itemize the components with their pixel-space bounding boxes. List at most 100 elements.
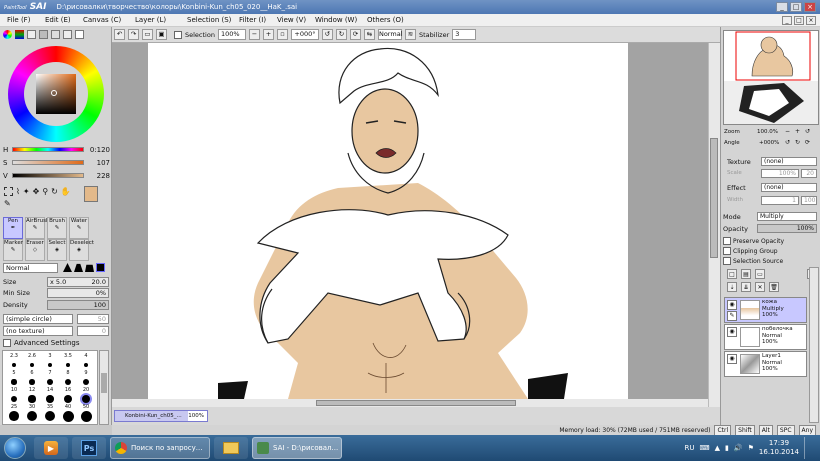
brush-size-preset[interactable] [11, 379, 17, 385]
width-field[interactable]: 1 [761, 196, 799, 205]
advanced-settings-checkbox[interactable] [3, 339, 11, 347]
view-mode-select[interactable]: Normal [377, 29, 403, 40]
minimize-button[interactable]: _ [776, 2, 788, 12]
palette-tab-icon[interactable] [39, 30, 48, 39]
effect-select[interactable]: (none) [761, 183, 817, 192]
flag-icon[interactable]: ⚑ [748, 444, 754, 452]
size-slider[interactable]: x 5.0 20.0 [47, 277, 109, 287]
edge-medium-icon[interactable] [74, 263, 83, 272]
mixer-tab-icon[interactable] [51, 30, 60, 39]
brush-size-preset[interactable] [12, 363, 16, 367]
menu-file[interactable]: File (F) [0, 16, 38, 24]
marquee-tool-icon[interactable] [4, 187, 13, 196]
brush-size-preset[interactable] [64, 395, 72, 403]
brush-size-preset[interactable] [47, 379, 53, 385]
color-wheel[interactable] [8, 46, 104, 142]
texture-select[interactable]: (none) [761, 157, 817, 166]
brush-size-preset[interactable] [28, 395, 36, 403]
zoom-select[interactable]: 100% [217, 29, 246, 40]
redo-button[interactable]: ↷ [128, 29, 139, 40]
density-slider[interactable]: 100 [47, 300, 109, 310]
menu-edit[interactable]: Edit (E) [38, 16, 76, 24]
tool-water[interactable]: Water ✎ [69, 217, 89, 239]
selection-source-checkbox[interactable] [723, 257, 731, 265]
scratchpad-tab-icon[interactable] [75, 30, 84, 39]
close-button[interactable]: × [804, 2, 816, 12]
move-tool-icon[interactable]: ✥ [33, 187, 40, 196]
deselect-button[interactable]: ▭ [142, 29, 153, 40]
transfer-down-button[interactable]: ⇣ [727, 282, 737, 292]
menu-canvas[interactable]: Canvas (C) [76, 16, 128, 24]
keyboard-icon[interactable]: ⌨ [700, 444, 710, 452]
brush-size-preset[interactable] [80, 410, 92, 422]
photoshop-icon[interactable]: Ps [72, 437, 106, 459]
mdi-restore-button[interactable]: □ [794, 15, 804, 25]
eye-icon[interactable]: ◉ [727, 300, 737, 310]
new-linework-layer-button[interactable]: ▤ [741, 269, 751, 279]
menu-window[interactable]: Window (W) [308, 16, 360, 24]
tool-deselect[interactable]: Deselect ◈ [69, 239, 94, 261]
hand-tool-icon[interactable]: ✋ [61, 187, 71, 196]
eyedropper-tool-icon[interactable]: ✎ [4, 199, 11, 208]
edge-soft-icon[interactable] [85, 264, 94, 272]
nav-rotate-left-button[interactable]: ↺ [785, 139, 790, 146]
canvas-horizontal-scroll-thumb[interactable] [316, 400, 516, 406]
tool-select[interactable]: Select ◈ [47, 239, 67, 261]
blend-mode-select[interactable]: Normal [3, 263, 58, 273]
edge-flat-icon[interactable] [96, 263, 105, 272]
zoom-fit-button[interactable]: ▫ [276, 29, 288, 40]
undo-button[interactable]: ↶ [114, 29, 125, 40]
tool-brush[interactable]: Brush ✎ [47, 217, 67, 239]
tray-expand-icon[interactable]: ▲ [715, 444, 720, 452]
navigator-preview[interactable] [723, 30, 819, 125]
new-folder-button[interactable]: ▭ [755, 269, 765, 279]
brush-size-preset[interactable] [10, 395, 18, 403]
h-slider[interactable] [12, 147, 84, 152]
brush-size-preset[interactable] [62, 410, 74, 422]
s-slider[interactable] [12, 160, 84, 165]
color-picker-cursor[interactable] [51, 90, 57, 96]
rgb-slider-tab-icon[interactable] [15, 30, 24, 39]
tool-airbrush[interactable]: AirBrush ✎ [25, 217, 49, 239]
merge-down-button[interactable]: ⇊ [741, 282, 751, 292]
nav-zoom-in-button[interactable]: + [795, 128, 800, 135]
brush-size-preset[interactable] [9, 411, 19, 421]
brush-texture-value[interactable]: 0 [77, 326, 109, 336]
document-tab[interactable]: Konbini-Kun_ch05_... 100% [114, 410, 208, 422]
brush-size-preset[interactable] [47, 362, 53, 368]
new-layer-button[interactable]: □ [727, 269, 737, 279]
scale-field[interactable]: 100% [761, 169, 799, 178]
v-slider[interactable] [12, 173, 84, 178]
layer-item[interactable]: ◉ Layer1 Normal 100% [724, 351, 807, 377]
show-desktop-button[interactable] [804, 437, 812, 459]
brush-size-preset[interactable] [83, 362, 89, 368]
clock[interactable]: 17:39 16.10.2014 [759, 439, 799, 457]
media-player-icon[interactable]: ▶ [34, 437, 68, 459]
hsv-slider-tab-icon[interactable] [27, 30, 36, 39]
brush-shape-select[interactable]: (simple circle) [3, 314, 73, 324]
layer-item[interactable]: ◉ побелочка Normal 100% [724, 324, 807, 350]
brush-texture-select[interactable]: (no texture) [3, 326, 73, 336]
edge-hard-icon[interactable] [63, 263, 72, 272]
tool-pen[interactable]: Pen ✒ [3, 217, 23, 239]
nav-zoom-reset-button[interactable]: ↺ [805, 128, 810, 135]
taskbar-sai-window[interactable]: SAI - D:\рисовал... [252, 437, 342, 459]
volume-icon[interactable]: 🔊 [734, 444, 743, 452]
brush-size-preset[interactable] [82, 378, 90, 386]
brush-size-preset[interactable] [64, 378, 71, 385]
canvas-horizontal-scrollbar[interactable] [112, 399, 708, 407]
layer-item[interactable]: ◉ ✎ кожа Multiply 100% [724, 297, 807, 323]
flip-button[interactable]: ⇆ [363, 29, 375, 40]
rotate-reset-button[interactable]: ⟳ [349, 29, 361, 40]
color-wheel-tab-icon[interactable] [3, 30, 12, 39]
invert-selection-button[interactable]: ▣ [156, 29, 167, 40]
nav-rotate-right-button[interactable]: ↻ [795, 139, 800, 146]
brush-size-preset[interactable] [26, 410, 38, 422]
brush-size-preset[interactable] [46, 395, 54, 403]
eye-icon[interactable]: ◉ [727, 327, 737, 337]
canvas-vertical-scrollbar[interactable] [708, 43, 720, 407]
menu-view[interactable]: View (V) [270, 16, 308, 24]
start-button[interactable] [0, 435, 30, 461]
zoom-out-button[interactable]: − [248, 29, 260, 40]
brush-size-scrollbar[interactable] [99, 350, 109, 425]
